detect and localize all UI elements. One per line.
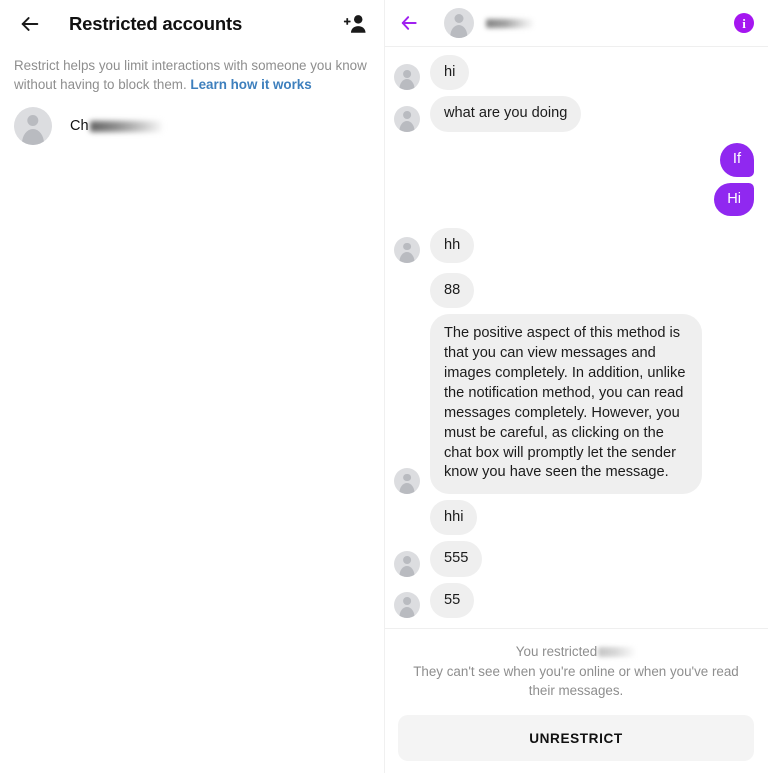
message-avatar-slot xyxy=(394,550,420,577)
restricted-accounts-screen: Restricted accounts Restrict helps you l… xyxy=(0,0,768,773)
restricted-account-name-text: Ch xyxy=(70,118,89,135)
message-row: 88 xyxy=(384,273,768,309)
chat-panel: i hi what are you doing If Hi hh 88 The … xyxy=(384,0,768,773)
unrestrict-button[interactable]: UNRESTRICT xyxy=(398,715,754,761)
page-title: Restricted accounts xyxy=(69,12,243,34)
default-avatar-icon xyxy=(394,237,420,264)
learn-how-it-works-link[interactable]: Learn how it works xyxy=(190,77,311,92)
message-row: 55 xyxy=(384,582,768,618)
message-avatar-slot xyxy=(394,468,420,495)
restricted-account-row[interactable]: Ch xyxy=(0,94,384,146)
message-avatar-slot xyxy=(394,105,420,132)
message-bubble-incoming[interactable]: 55 xyxy=(430,582,475,618)
message-row: Hi xyxy=(384,182,768,216)
message-bubble-incoming[interactable]: 555 xyxy=(430,541,483,577)
restrict-description: Restrict helps you limit interactions wi… xyxy=(0,47,384,94)
info-icon[interactable]: i xyxy=(734,13,754,33)
message-row: hhi xyxy=(384,500,768,536)
default-avatar-icon xyxy=(394,468,420,495)
restricted-status-text: You restricted xyxy=(398,643,754,661)
message-row: what are you doing xyxy=(384,96,768,132)
redacted-peer-name-blur xyxy=(486,18,534,28)
redacted-name-blur xyxy=(89,120,162,132)
back-arrow-icon[interactable] xyxy=(18,12,42,36)
message-avatar-slot xyxy=(394,237,420,264)
restrict-footer: You restricted They can't see when you'r… xyxy=(384,627,768,773)
message-row: hi xyxy=(384,55,768,91)
default-avatar-icon xyxy=(394,64,420,91)
message-list: hi what are you doing If Hi hh 88 The po… xyxy=(384,47,768,628)
default-avatar-icon xyxy=(394,591,420,618)
chat-header: i xyxy=(384,0,768,47)
message-avatar-slot xyxy=(394,591,420,618)
restricted-status-prefix: You restricted xyxy=(515,644,598,660)
restricted-status-subtext: They can't see when you're online or whe… xyxy=(413,663,739,698)
default-avatar-icon xyxy=(394,550,420,577)
message-row: hh xyxy=(384,227,768,264)
panel-divider xyxy=(384,0,385,773)
message-bubble-incoming[interactable]: hh xyxy=(430,227,475,264)
message-avatar-slot xyxy=(394,64,420,91)
default-avatar-icon xyxy=(444,8,474,38)
info-glyph: i xyxy=(742,15,746,31)
redacted-restricted-name-blur xyxy=(598,646,637,657)
message-bubble-outgoing[interactable]: Hi xyxy=(714,182,754,216)
left-panel: Restricted accounts Restrict helps you l… xyxy=(0,0,384,773)
restricted-account-name: Ch xyxy=(70,116,162,136)
default-avatar-icon xyxy=(394,105,420,132)
message-bubble-incoming[interactable]: The positive aspect of this method is th… xyxy=(430,314,702,495)
back-arrow-icon[interactable] xyxy=(398,12,420,34)
chat-peer[interactable] xyxy=(444,8,534,38)
message-bubble-incoming[interactable]: what are you doing xyxy=(430,96,582,132)
message-bubble-incoming[interactable]: hhi xyxy=(430,500,478,536)
message-bubble-incoming[interactable]: hi xyxy=(430,55,470,91)
default-avatar-icon xyxy=(14,107,52,146)
message-row: If xyxy=(384,143,768,177)
message-row: 555 xyxy=(384,541,768,577)
left-header: Restricted accounts xyxy=(0,0,384,47)
message-bubble-incoming[interactable]: 88 xyxy=(430,273,475,309)
add-person-icon[interactable] xyxy=(342,12,368,36)
message-row: The positive aspect of this method is th… xyxy=(384,314,768,495)
message-bubble-outgoing[interactable]: If xyxy=(719,143,754,177)
